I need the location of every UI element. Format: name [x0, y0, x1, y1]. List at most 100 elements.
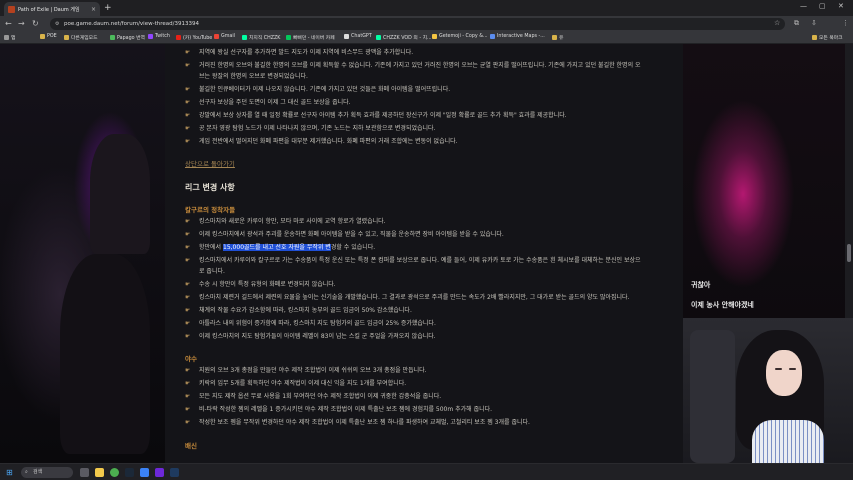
taskbar: ⊞ ⌕ 검색	[0, 463, 853, 480]
search-icon: ⌕	[25, 469, 28, 475]
folder-icon	[64, 35, 69, 40]
address-bar-row: ← → ↻ ⚙ poe.game.daum.net/forum/view-thr…	[0, 16, 853, 44]
bookmark-star-icon[interactable]: ☆	[774, 19, 780, 27]
list-item: 수송 시 항만이 특정 유형의 화폐로 변경되지 않습니다.	[185, 280, 645, 291]
extensions-icon[interactable]: ⧉	[794, 19, 799, 28]
taskbar-search[interactable]: ⌕ 검색	[21, 467, 73, 478]
folder-icon	[552, 35, 557, 40]
figure-body	[60, 254, 150, 454]
list-item: 거러진 한명의 오브와 불길한 한명의 오브를 이제 획득할 수 없습니다. 기…	[185, 61, 645, 82]
chatgpt-icon	[344, 34, 349, 39]
stream-overlay-text: 귀찮아	[691, 281, 711, 289]
eye	[789, 368, 796, 370]
bookmark-item[interactable]: 빠삐던 - 네이버 카페	[286, 34, 335, 41]
scrollbar-thumb[interactable]	[847, 244, 851, 262]
minimize-button[interactable]: —	[800, 2, 807, 10]
list-item: 지역에 왕실 선구자를 추가하면 발드 지도가 이제 지역에 비스무드 광맥을 …	[185, 48, 645, 59]
chrome-icon[interactable]	[110, 468, 119, 477]
task-view-icon[interactable]	[80, 468, 89, 477]
bookmark-item[interactable]: Getemoji - Copy &...	[432, 34, 488, 39]
list-item: 채계의 작물 수요가 감소함에 따라, 킹스마치 농부의 골드 임금이 50% …	[185, 306, 645, 317]
tab-close-icon[interactable]: ×	[91, 6, 96, 13]
browser-tab[interactable]: Path of Exile | Daum 게임 ×	[4, 2, 100, 16]
back-icon[interactable]: ←	[5, 19, 12, 28]
list-item: 킹스마치와 새로운 카루이 항만, 모타 마로 사이에 교역 항로가 열렸습니다…	[185, 217, 645, 228]
armored-figure	[90, 134, 150, 254]
poe-favicon-icon	[8, 5, 15, 13]
other-bookmarks[interactable]: 모든 북마크	[812, 34, 843, 41]
gaming-chair	[690, 330, 735, 463]
getemoji-icon	[432, 34, 437, 39]
app-icon[interactable]	[140, 468, 149, 477]
section-heading: 배신	[185, 441, 197, 450]
file-explorer-icon[interactable]	[95, 468, 104, 477]
twitch-icon	[148, 34, 153, 39]
reload-icon[interactable]: ↻	[32, 19, 39, 28]
downloads-icon[interactable]: ⇩	[811, 19, 817, 27]
back-to-top-link[interactable]: 상단으로 돌아가기	[185, 158, 235, 168]
section-heading: 야수	[185, 355, 197, 363]
maximize-button[interactable]: ▢	[819, 2, 826, 10]
list-item: 아틀라스 내의 위험이 증가함에 따라, 킹스마치 지도 탐험가의 골드 임금이…	[185, 319, 645, 330]
stream-overlay-text: 이제 농사 안해야겠네	[691, 301, 754, 309]
list-item: 게임 전반에서 떨어지던 화폐 파편을 대부분 제거했습니다. 화폐 파편의 거…	[185, 137, 645, 148]
list-item: 지원의 오브 3개 총점을 만들던 야수 제작 조합법이 이제 쉬쉬의 오브 3…	[185, 366, 645, 377]
steam-icon[interactable]	[125, 468, 134, 477]
menu-icon[interactable]: ⋮	[842, 19, 849, 27]
bookmark-item[interactable]: Twitch	[148, 34, 170, 39]
bookmark-item[interactable]: POE	[40, 34, 57, 39]
bookmark-item[interactable]: Papago 번역	[110, 34, 145, 41]
folder-icon	[40, 34, 45, 39]
apps-icon	[4, 35, 9, 40]
section-heading: 칼구르의 정착자들	[185, 206, 236, 214]
gmail-icon	[214, 34, 219, 39]
list-item: 비-타락 작성한 젬의 레벨을 1 증가시키던 야수 제작 조합법이 이제 특출…	[185, 405, 645, 416]
list-item: 킹스마치 제련거 길드에서 제련의 요물을 높이는 신기술을 개발했습니다. 그…	[185, 293, 645, 304]
bookmark-item[interactable]: CHZZK VOD 외 - 치...	[376, 34, 432, 41]
chzzk-vod-icon	[376, 35, 381, 40]
papago-icon	[110, 35, 115, 40]
list-item: 모든 지도 제작 옵션 무료 사용을 1회 부여하던 야수 제작 조합법이 이제…	[185, 392, 645, 403]
eye	[775, 368, 782, 370]
bookmark-item[interactable]: ChatGPT	[344, 34, 372, 39]
league-changes-heading: 리그 변경 사항	[185, 183, 235, 192]
patch-notes-content: 지역에 왕실 선구자를 추가하면 발드 지도가 이제 지역에 비스무드 광맥을 …	[165, 44, 683, 463]
bookmark-item[interactable]: 다른게임모드	[64, 34, 97, 41]
obs-icon[interactable]	[170, 468, 179, 477]
list-item: 강말에서 보상 상자를 열 때 일정 확률로 선구자 아이템 추가 획득 효과를…	[185, 111, 645, 122]
app-icon[interactable]	[155, 468, 164, 477]
forward-icon[interactable]: →	[18, 19, 25, 28]
interactive-maps-icon	[490, 34, 495, 39]
streamer-face	[766, 350, 802, 396]
bookmark-item[interactable]: (카) YouTube	[176, 34, 212, 41]
list-item: 작성한 보조 젬을 무작위 변경하던 야수 제작 조합법이 이제 특출난 보조 …	[185, 418, 645, 429]
browser-title-bar: Path of Exile | Daum 게임 × + — ▢ ✕	[0, 0, 853, 16]
url-text: poe.game.daum.net/forum/view-thread/3913…	[64, 21, 199, 27]
left-background-art	[0, 44, 165, 463]
bookmark-item[interactable]: 앱	[4, 34, 15, 41]
site-info-icon[interactable]: ⚙	[55, 18, 59, 30]
chzzk-icon	[242, 35, 247, 40]
tab-title: Path of Exile | Daum 게임	[18, 6, 80, 13]
search-placeholder: 검색	[33, 469, 43, 475]
windows-start-icon[interactable]: ⊞	[6, 468, 13, 477]
list-item: 공 본자 영광 탐험 노드가 이제 나타나지 않으며, 기존 노드는 지하 보관…	[185, 124, 645, 135]
close-window-button[interactable]: ✕	[838, 2, 844, 10]
list-item: 이제 킹스마치의 지도 탐험가들이 아이템 레벨이 83이 넘는 스킬 군 주얼…	[185, 332, 645, 343]
striped-shirt	[752, 420, 824, 463]
naver-cafe-icon	[286, 35, 291, 40]
list-item: 항만에서 15,000골드를 내고 선호 자원을 무작위 변경할 수 있습니다.	[185, 243, 645, 254]
bookmarks-bar: 앱 POE 다른게임모드 Papago 번역 Twitch (카) YouTub…	[0, 32, 853, 44]
bookmark-item[interactable]: Interactive Maps -...	[490, 34, 545, 39]
list-item: 키락의 임무 5개를 획득하던 야수 제작법이 이제 대신 익을 지도 1개를 …	[185, 379, 645, 390]
bookmark-item[interactable]: 치지직 CHZZK	[242, 34, 280, 41]
selected-text[interactable]: 15,000골드를 내고 선호 자원을 무작위 변	[223, 244, 331, 251]
new-tab-button[interactable]: +	[104, 2, 112, 14]
list-item: 이제 킹스마치에서 광석과 주괴를 운송하면 화폐 아이템을 받을 수 있고, …	[185, 230, 645, 241]
bookmark-item[interactable]: 유	[552, 34, 563, 41]
list-item: 불길한 인큐베이터가 이제 나오지 않습니다. 기존에 가지고 있던 것들은 화…	[185, 85, 645, 96]
folder-icon	[812, 35, 817, 40]
bookmark-item[interactable]: Gmail	[214, 34, 235, 39]
url-field[interactable]: ⚙ poe.game.daum.net/forum/view-thread/39…	[50, 18, 785, 30]
list-item: 킹스마치에서 카루이와 칼구르로 가는 수송품이 특정 운신 또는 특정 폰 컴…	[185, 256, 645, 277]
